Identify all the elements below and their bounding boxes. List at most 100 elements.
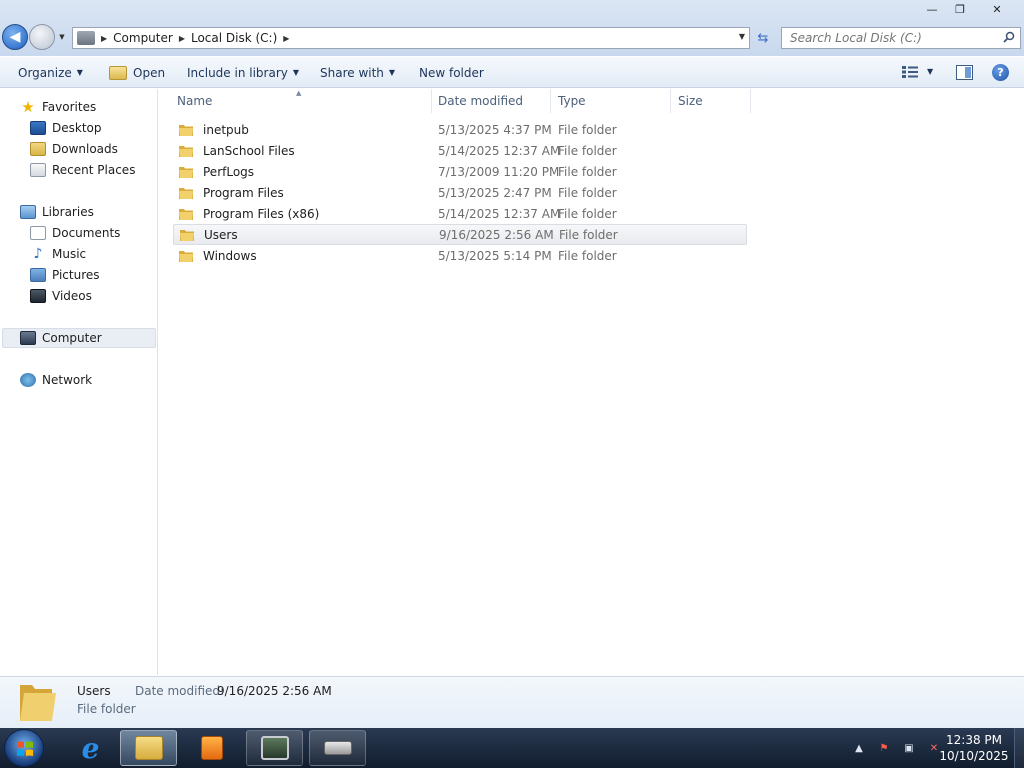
breadcrumb-computer[interactable]: Computer [113,31,173,45]
nav-favorites[interactable]: ★ Favorites [20,97,96,117]
chevron-right-icon[interactable]: ▶ [179,34,185,43]
network-icon [20,373,36,387]
column-header-date-modified[interactable]: Date modified [431,89,551,113]
preview-pane-icon[interactable] [956,65,973,80]
nav-recent-places[interactable]: Recent Places [30,160,135,180]
videos-icon [30,289,46,303]
view-options-dropdown[interactable]: ▼ [927,67,933,76]
taskbar-scanner[interactable] [309,730,366,766]
desktop-icon [30,121,46,135]
new-folder-button[interactable]: New folder [419,57,484,88]
nav-pictures[interactable]: Pictures [30,265,100,285]
organize-button[interactable]: Organize ▼ [18,57,83,88]
breadcrumb-local-disk[interactable]: Local Disk (C:) [191,31,277,45]
column-header-size[interactable]: Size [671,89,751,113]
open-button[interactable]: Open [109,57,165,88]
folder-icon [179,209,193,220]
nav-music[interactable]: ♪ Music [30,244,87,264]
maximize-button[interactable]: ❐ [946,0,974,18]
include-in-library-button[interactable]: Include in library ▼ [187,57,299,88]
nav-network-label: Network [42,373,93,387]
minimize-button[interactable]: — [918,0,946,18]
search-box[interactable] [781,27,1021,49]
nav-videos[interactable]: Videos [30,286,92,306]
file-row[interactable]: inetpub 5/13/2025 4:37 PM File folder [173,119,747,140]
computer-icon [77,31,95,45]
nav-downloads[interactable]: Downloads [30,139,118,159]
back-button[interactable]: ◀ [2,24,28,50]
details-date-value: 9/16/2025 2:56 AM [217,684,332,698]
monitor-icon [260,736,289,760]
nav-computer-label: Computer [42,331,102,345]
file-date-modified: 7/13/2009 11:20 PM [438,164,560,179]
close-button[interactable]: ✕ [974,0,1020,18]
clock-date: 10/10/2025 [939,749,1009,763]
file-row[interactable]: Program Files (x86) 5/14/2025 12:37 AM F… [173,203,747,224]
documents-icon [30,226,46,240]
file-date-modified: 5/14/2025 12:37 AM [438,206,561,221]
nav-favorites-label: Favorites [42,100,97,114]
column-name-label: Name [177,94,213,108]
libraries-icon [20,205,36,219]
clock[interactable]: 12:38 PM 10/10/2025 [938,732,1010,764]
nav-libraries-label: Libraries [42,205,94,219]
taskbar-internet-explorer[interactable]: e [62,730,119,766]
file-name: inetpub [203,122,249,137]
nav-documents[interactable]: Documents [30,223,120,243]
file-type: File folder [558,248,617,263]
file-date-modified: 9/16/2025 2:56 AM [439,227,554,242]
pictures-icon [30,268,46,282]
folder-icon [179,146,193,157]
nav-downloads-label: Downloads [52,142,118,156]
folder-icon [180,230,194,241]
nav-libraries[interactable]: Libraries [20,202,94,222]
scanner-icon [323,741,352,755]
file-name: Program Files [203,185,284,200]
taskbar-media-player[interactable] [183,730,240,766]
nav-buttons: ◀ ▼ [2,24,67,50]
taskbar-remote-desktop[interactable] [246,730,303,766]
file-date-modified: 5/13/2025 2:47 PM [438,185,552,200]
nav-pictures-label: Pictures [52,268,100,282]
search-input[interactable] [790,31,1000,45]
folder-icon [179,125,193,136]
recent-places-icon [30,163,46,177]
file-date-modified: 5/13/2025 5:14 PM [438,248,552,263]
nav-computer[interactable]: Computer [2,328,156,348]
nav-desktop[interactable]: Desktop [30,118,102,138]
nav-network[interactable]: Network [20,370,92,390]
sort-ascending-icon: ▲ [296,89,302,97]
column-size-label: Size [678,94,703,108]
help-icon[interactable]: ? [992,64,1009,81]
file-date-modified: 5/13/2025 4:37 PM [438,122,552,137]
file-row[interactable]: Program Files 5/13/2025 2:47 PM File fol… [173,182,747,203]
file-type: File folder [559,227,618,242]
include-in-library-label: Include in library [187,65,288,80]
taskbar-windows-explorer[interactable] [120,730,177,766]
file-row[interactable]: Users 9/16/2025 2:56 AM File folder [173,224,747,245]
chevron-right-icon[interactable]: ▶ [283,34,289,43]
chevron-right-icon[interactable]: ▶ [101,34,107,43]
search-icon[interactable] [1003,31,1015,43]
refresh-icon: ⇆ [757,30,769,46]
action-center-flag-icon[interactable]: ⚑ [876,740,892,756]
file-row[interactable]: Windows 5/13/2025 5:14 PM File folder [173,245,747,266]
show-desktop-button[interactable] [1014,728,1024,768]
show-hidden-icons-icon[interactable]: ▲ [851,740,867,756]
share-with-button[interactable]: Share with ▼ [320,57,395,88]
change-view-icon[interactable] [902,66,918,78]
network-status-icon[interactable]: ▣ [901,740,917,756]
refresh-button[interactable]: ⇆ [752,28,774,48]
column-header-type[interactable]: Type [551,89,671,113]
file-row[interactable]: LanSchool Files 5/14/2025 12:37 AM File … [173,140,747,161]
file-row[interactable]: PerfLogs 7/13/2009 11:20 PM File folder [173,161,747,182]
file-type: File folder [558,122,617,137]
nav-recent-places-label: Recent Places [52,163,136,177]
forward-button[interactable] [29,24,55,50]
recent-pages-dropdown[interactable]: ▼ [57,32,67,42]
address-bar[interactable]: ▶ Computer ▶ Local Disk (C:) ▶ ▼ [72,27,750,49]
file-name: PerfLogs [203,164,255,179]
new-folder-label: New folder [419,65,484,80]
address-history-dropdown[interactable]: ▼ [739,32,745,41]
start-button[interactable] [4,729,44,767]
